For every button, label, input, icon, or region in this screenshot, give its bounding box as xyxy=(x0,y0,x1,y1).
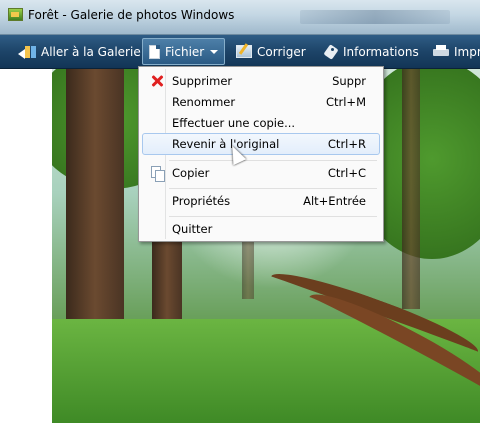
menu-item-label: Propriétés xyxy=(172,194,231,208)
menu-item-revert-to-original[interactable]: Revenir à l'original Ctrl+R xyxy=(142,133,380,155)
print-icon xyxy=(433,45,449,58)
menu-item-label: Renommer xyxy=(172,95,236,109)
info-button[interactable]: Informations xyxy=(324,35,419,68)
window-title: Forêt - Galerie de photos Windows xyxy=(28,8,235,22)
menu-item-copy[interactable]: Copier Ctrl+C xyxy=(142,162,380,184)
file-menu-label: Fichier xyxy=(165,44,205,59)
back-to-gallery-icon xyxy=(18,45,36,59)
menu-item-properties[interactable]: Propriétés Alt+Entrée xyxy=(142,190,380,212)
fix-button[interactable]: Corriger xyxy=(236,35,306,68)
file-icon xyxy=(149,44,160,59)
menu-item-shortcut: Alt+Entrée xyxy=(303,194,366,208)
info-tag-icon xyxy=(324,45,338,59)
menu-item-shortcut: Ctrl+M xyxy=(325,95,366,109)
info-label: Informations xyxy=(343,44,419,59)
delete-x-icon xyxy=(150,74,164,88)
menu-separator xyxy=(169,160,377,161)
back-to-gallery-label: Aller à la Galerie xyxy=(41,44,141,59)
print-label: Impri xyxy=(454,44,480,59)
toolbar: Aller à la Galerie Fichier Corriger Info… xyxy=(0,35,480,69)
fix-icon xyxy=(236,45,252,58)
print-button[interactable]: Impri xyxy=(433,35,480,68)
menu-item-shortcut: Suppr xyxy=(332,74,366,88)
photo-gallery-icon xyxy=(8,8,23,21)
title-bar-controls-area xyxy=(300,10,450,24)
menu-separator xyxy=(169,216,377,217)
file-dropdown-menu: Supprimer Suppr Renommer Ctrl+M Effectue… xyxy=(138,66,384,242)
menu-item-rename[interactable]: Renommer Ctrl+M xyxy=(142,91,380,113)
file-menu-button[interactable]: Fichier xyxy=(142,38,226,65)
menu-separator xyxy=(169,188,377,189)
fix-label: Corriger xyxy=(257,44,306,59)
menu-item-make-copy[interactable]: Effectuer une copie... xyxy=(142,112,380,134)
menu-item-label: Quitter xyxy=(172,222,213,236)
menu-item-label: Effectuer une copie... xyxy=(172,116,296,130)
menu-item-shortcut: Ctrl+C xyxy=(327,166,366,180)
menu-item-quit[interactable]: Quitter xyxy=(142,218,380,240)
back-to-gallery-button[interactable]: Aller à la Galerie xyxy=(18,35,141,68)
menu-item-delete[interactable]: Supprimer Suppr xyxy=(142,70,380,92)
menu-item-label: Copier xyxy=(172,166,210,180)
title-bar: Forêt - Galerie de photos Windows xyxy=(0,0,480,35)
chevron-down-icon xyxy=(210,49,219,54)
copy-icon xyxy=(151,166,165,182)
menu-item-label: Supprimer xyxy=(172,74,233,88)
menu-item-shortcut: Ctrl+R xyxy=(327,137,366,151)
